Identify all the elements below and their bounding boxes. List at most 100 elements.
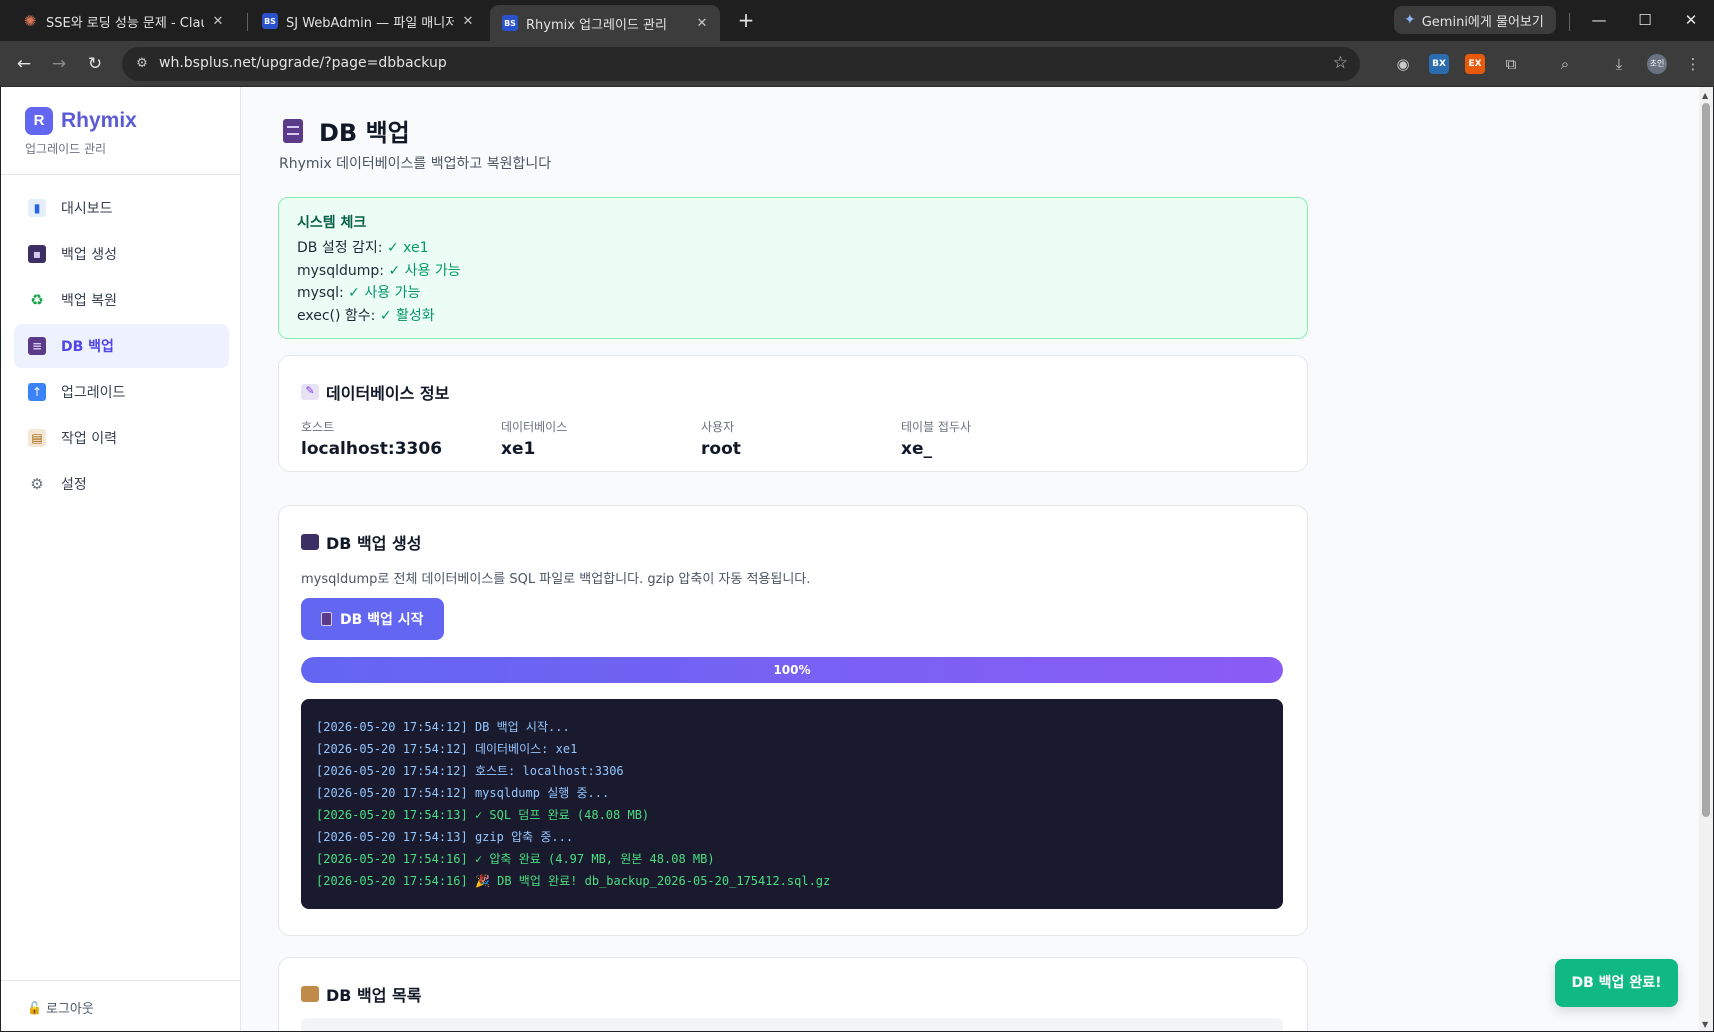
puzzle-icon[interactable]: ⧉ — [1501, 54, 1521, 74]
sidebar-item-upgrade[interactable]: ↑ 업그레이드 — [14, 370, 229, 414]
database-icon: ≡ — [28, 337, 46, 355]
scroll-down-icon[interactable]: ▼ — [1702, 1020, 1708, 1029]
sidebar-item-label: 백업 복원 — [61, 293, 117, 309]
database-icon — [321, 612, 332, 626]
lock-icon: 🔓 — [27, 1000, 42, 1015]
minimize-icon[interactable]: — — [1576, 6, 1622, 34]
backup-description: mysqldump로 전체 데이터베이스를 SQL 파일로 백업합니다. gzi… — [301, 572, 811, 587]
browser-tab-webadmin[interactable]: BS SJ WebAdmin — 파일 매니저 ✕ — [250, 5, 486, 37]
sidebar-item-label: 작업 이력 — [61, 431, 117, 447]
recycle-icon: ♻ — [30, 291, 44, 309]
close-icon[interactable]: ✕ — [210, 14, 226, 29]
backup-table-header — [301, 1018, 1283, 1031]
site-info-icon[interactable]: ⚙ — [132, 54, 152, 74]
back-arrow-icon[interactable]: ← — [10, 50, 38, 78]
close-icon[interactable]: ✕ — [460, 14, 476, 29]
info-label: 테이블 접두사 — [901, 420, 972, 434]
browser-tab-rhymix[interactable]: BS Rhymix 업그레이드 관리 ✕ — [490, 5, 720, 41]
sidebar-item-label: 대시보드 — [61, 201, 113, 217]
close-icon[interactable]: ✕ — [694, 16, 710, 31]
success-toast: DB 백업 완료! — [1555, 959, 1678, 1007]
sidebar-item-history[interactable]: ▤ 작업 이력 — [14, 416, 229, 460]
sidebar-item-db-backup[interactable]: ≡ DB 백업 — [14, 324, 229, 368]
progress-label: 100% — [773, 663, 811, 677]
sidebar-item-label: 업그레이드 — [61, 385, 126, 401]
browser-toolbar: ← → ↻ ⚙ wh.bsplus.net/upgrade/?page=dbba… — [0, 41, 1714, 87]
floppy-icon — [301, 534, 319, 550]
check-line-mysqldump: mysqldump: ✓ 사용 가능 — [297, 260, 1289, 283]
plug-icon: ✎ — [301, 384, 319, 400]
db-info-title: ✎ 데이터베이스 정보 — [301, 380, 449, 404]
progress-bar: 100% — [301, 657, 1283, 683]
start-db-backup-button[interactable]: DB 백업 시작 — [301, 598, 444, 640]
gemini-button[interactable]: ✦ Gemini에게 물어보기 — [1394, 6, 1556, 34]
sidebar-menu: ▮ 대시보드 ▪ 백업 생성 ♻ 백업 복원 ≡ DB 백업 ↑ 업그레이드 ▤… — [14, 186, 229, 508]
up-arrow-icon: ↑ — [28, 383, 46, 401]
clipboard-icon: ▤ — [28, 429, 46, 447]
sidebar-item-backup-restore[interactable]: ♻ 백업 복원 — [14, 278, 229, 322]
check-status: ✓ 활성화 — [379, 307, 435, 324]
claude-icon: ✺ — [23, 12, 37, 30]
log-console: [2026-05-20 17:54:12] DB 백업 시작... [2026-… — [301, 699, 1283, 909]
new-tab-button[interactable]: + — [732, 8, 760, 34]
page-subtitle: Rhymix 데이터베이스를 백업하고 복원합니다 — [279, 156, 552, 172]
url-text[interactable]: wh.bsplus.net/upgrade/?page=dbbackup — [159, 55, 447, 71]
bs-favicon-icon: BS — [502, 15, 518, 31]
info-database: 데이터베이스 xe1 — [501, 418, 701, 459]
tab-search-icon[interactable]: ⌕ — [1555, 54, 1575, 74]
brand[interactable]: R Rhymix — [25, 107, 137, 135]
gear-icon: ⚙ — [30, 475, 44, 493]
maximize-icon[interactable]: ☐ — [1622, 6, 1668, 34]
logout-label: 로그아웃 — [45, 1002, 94, 1017]
check-line-exec: exec() 함수: ✓ 활성화 — [297, 305, 1289, 328]
profile-avatar[interactable]: 초인 — [1647, 54, 1667, 74]
tab-title: SSE와 로딩 성능 문제 - Claude — [46, 15, 204, 31]
kebab-menu-icon[interactable]: ⋮ — [1683, 54, 1703, 74]
check-line-db-config: DB 설정 감지: ✓ xe1 — [297, 237, 1289, 260]
extension-ex-icon[interactable]: EX — [1465, 54, 1485, 74]
bs-favicon-icon: BS — [262, 13, 278, 29]
reload-icon[interactable]: ↻ — [81, 50, 109, 78]
card-title-text: DB 백업 목록 — [326, 986, 422, 1005]
db-info-card: ✎ 데이터베이스 정보 호스트 localhost:3306 데이터베이스 xe… — [278, 355, 1308, 472]
db-info-grid: 호스트 localhost:3306 데이터베이스 xe1 사용자 root 테… — [301, 418, 1101, 459]
database-icon — [283, 118, 303, 143]
button-label: DB 백업 시작 — [340, 612, 424, 628]
check-label: DB 설정 감지: — [297, 240, 387, 256]
address-bar[interactable]: ⚙ wh.bsplus.net/upgrade/?page=dbbackup ☆ — [122, 47, 1360, 81]
forward-arrow-icon[interactable]: → — [45, 50, 73, 78]
brand-name: Rhymix — [61, 109, 137, 132]
scroll-up-icon[interactable]: ▲ — [1702, 91, 1708, 100]
download-icon[interactable]: ⤓ — [1609, 54, 1629, 74]
logout-link[interactable]: 🔓 로그아웃 — [27, 998, 94, 1018]
info-table-prefix: 테이블 접두사 xe_ — [901, 418, 1101, 459]
sidebar-item-label: 설정 — [61, 477, 87, 493]
page-title-text: DB 백업 — [319, 119, 410, 147]
extension-shield-icon[interactable]: ◉ — [1393, 54, 1413, 74]
system-check-panel: 시스템 체크 DB 설정 감지: ✓ xe1 mysqldump: ✓ 사용 가… — [278, 197, 1308, 339]
window-close-icon[interactable]: ✕ — [1668, 6, 1714, 34]
sidebar-item-dashboard[interactable]: ▮ 대시보드 — [14, 186, 229, 230]
sidebar-item-settings[interactable]: ⚙ 설정 — [14, 462, 229, 506]
card-title-text: 데이터베이스 정보 — [326, 384, 450, 403]
page-title: DB 백업 — [283, 113, 410, 148]
gemini-label: Gemini에게 물어보기 — [1421, 14, 1544, 30]
brand-subtitle: 업그레이드 관리 — [25, 142, 107, 156]
sidebar-item-backup-create[interactable]: ▪ 백업 생성 — [14, 232, 229, 276]
log-line: [2026-05-20 17:54:12] 호스트: localhost:330… — [316, 764, 624, 778]
info-value: root — [701, 439, 741, 459]
browser-tab-claude[interactable]: ✺ SSE와 로딩 성능 문제 - Claude ✕ — [10, 5, 236, 37]
info-value: localhost:3306 — [301, 439, 443, 459]
tab-separator — [247, 13, 248, 31]
scroll-thumb[interactable] — [1702, 103, 1710, 817]
package-icon — [301, 986, 319, 1002]
extension-bx-icon[interactable]: BX — [1429, 54, 1449, 74]
sidebar-item-label: DB 백업 — [61, 339, 114, 355]
info-label: 데이터베이스 — [501, 420, 568, 434]
info-label: 호스트 — [301, 420, 335, 434]
bookmark-star-icon[interactable]: ☆ — [1333, 53, 1348, 73]
page-scrollbar[interactable]: ▲ ▼ — [1699, 87, 1713, 1031]
info-user: 사용자 root — [701, 418, 901, 459]
check-status: ✓ 사용 가능 — [348, 285, 421, 301]
rhymix-logo-icon: R — [25, 107, 53, 135]
